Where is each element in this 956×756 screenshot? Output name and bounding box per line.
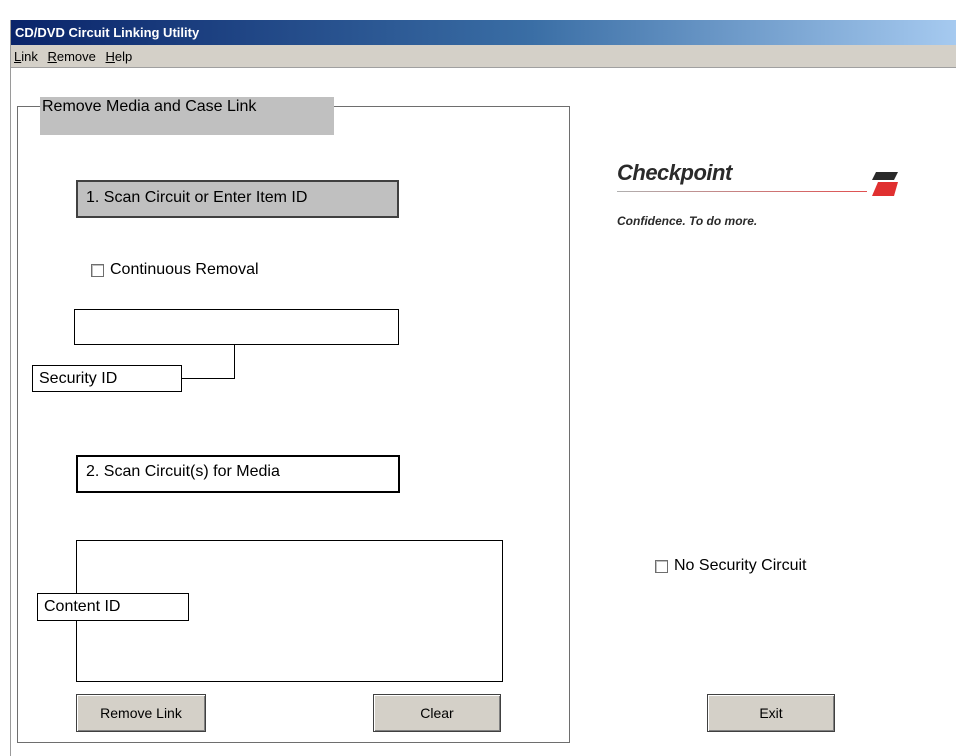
exit-button-label: Exit [759,705,783,721]
security-id-label: Security ID [32,365,182,392]
no-security-circuit-label: No Security Circuit [674,557,807,574]
groupbox-title: Remove Media and Case Link [40,97,334,135]
continuous-removal-checkbox[interactable]: Continuous Removal [91,260,259,280]
clear-button[interactable]: Clear [373,694,501,732]
menu-help[interactable]: Help [103,45,136,68]
no-security-circuit-checkbox-box[interactable] [655,559,668,573]
step1-label: 1. Scan Circuit or Enter Item ID [76,180,399,218]
step2-label: 2. Scan Circuit(s) for Media [76,455,400,493]
menu-link[interactable]: Link [11,45,41,68]
checkpoint-logo: Checkpoint Confidence. To do more. [617,160,917,235]
menu-remove[interactable]: Remove [44,45,98,68]
continuous-removal-checkbox-box[interactable] [91,263,104,277]
window-title: CD/DVD Circuit Linking Utility [15,25,200,40]
logo-name: Checkpoint [617,160,732,185]
content-id-label: Content ID [37,593,189,621]
remove-link-button-label: Remove Link [100,705,182,721]
logo-tagline: Confidence. To do more. [617,214,758,228]
remove-link-button[interactable]: Remove Link [76,694,206,732]
clear-button-label: Clear [420,705,454,721]
title-bar[interactable]: CD/DVD Circuit Linking Utility [11,20,956,45]
menu-bar: Link Remove Help [11,45,956,68]
continuous-removal-label: Continuous Removal [110,261,259,278]
security-id-connector-horizontal [181,378,235,379]
security-id-connector-vertical [234,345,235,379]
logo-rule [617,191,867,192]
exit-button[interactable]: Exit [707,694,835,732]
security-id-input[interactable] [74,309,399,345]
no-security-circuit-checkbox[interactable]: No Security Circuit [655,556,806,576]
checkpoint-mark-icon [872,172,898,196]
